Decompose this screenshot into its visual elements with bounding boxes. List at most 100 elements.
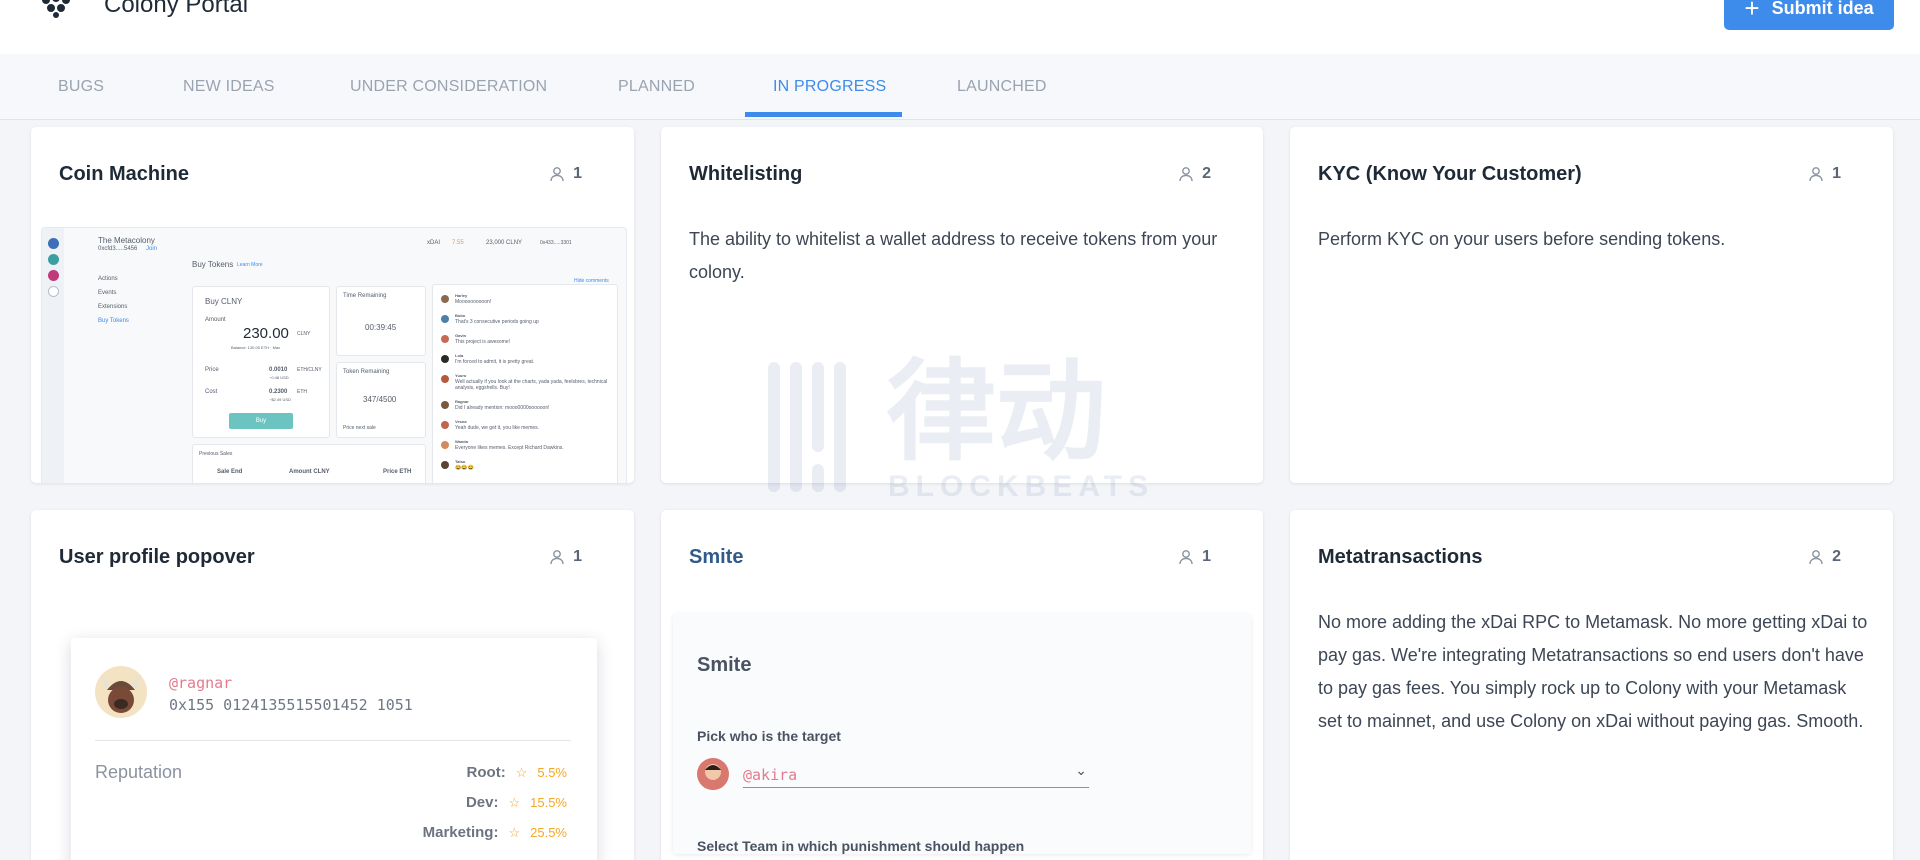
preview-add-icon — [48, 286, 59, 297]
reputation-row-dev: Dev: ☆ 15.5% — [466, 794, 567, 811]
vote-number: 1 — [1202, 548, 1211, 565]
tab-planned[interactable]: PLANNED — [618, 54, 695, 120]
coin-machine-screenshot: The Metacolony 0xcfd3.....5456 Join Acti… — [41, 227, 627, 483]
idea-card-kyc[interactable]: KYC (Know Your Customer) 1 Perform KYC o… — [1290, 127, 1893, 483]
user-icon — [1809, 167, 1823, 182]
akira-avatar — [697, 758, 729, 790]
tab-under-consideration[interactable]: UNDER CONSIDERATION — [350, 54, 547, 120]
preview-comment-avatar — [441, 375, 449, 383]
card-title: Metatransactions — [1318, 546, 1483, 568]
vote-number: 1 — [1832, 165, 1841, 182]
preview-sidebar — [42, 228, 64, 483]
star-icon: ☆ — [508, 824, 521, 840]
reputation-row-root: Root: ☆ 5.5% — [467, 764, 567, 781]
reputation-key: Dev: — [465, 794, 499, 811]
preview-colony-name: The Metacolony — [98, 236, 155, 245]
preview-colony-icon — [48, 254, 59, 265]
reputation-label: Reputation — [95, 762, 183, 782]
submit-idea-button[interactable]: + Submit idea — [1724, 0, 1894, 30]
preview-cost-unit: ETH — [297, 389, 307, 395]
preview-comment-text: Did I already mention: mooo0000oooooon! — [455, 405, 550, 411]
preview-comment-text: This project is awesome! — [455, 339, 511, 345]
target-select: @akira ⌄ — [743, 762, 1089, 788]
profile-handle: @ragnar — [169, 674, 233, 692]
tab-bugs[interactable]: BUGS — [58, 54, 104, 120]
preview-time-panel: Time Remaining 00:39:45 — [336, 286, 426, 356]
preview-comment-avatar — [441, 355, 449, 363]
preview-tokens-label: Token Remaining — [343, 369, 390, 375]
card-title: KYC (Know Your Customer) — [1318, 163, 1582, 185]
vote-number: 2 — [1202, 165, 1211, 182]
preview-nav-extensions: Extensions — [98, 304, 128, 310]
preview-comment-avatar — [441, 335, 449, 343]
profile-popover-screenshot: @ragnar 0x155 0124135515501452 1051 Repu… — [71, 638, 597, 860]
preview-cost-value: 0.2300 — [269, 389, 288, 395]
preview-comment-text: I'm forced to admit, it is pretty great. — [455, 359, 535, 365]
preview-nav-actions: Actions — [98, 276, 118, 282]
idea-card-whitelisting[interactable]: Whitelisting 2 The ability to whitelist … — [661, 127, 1263, 483]
idea-card-user-profile-popover[interactable]: User profile popover 1 @ragnar 0x155 012… — [31, 510, 634, 860]
card-title: User profile popover — [59, 546, 255, 568]
preview-price-next: Price next sale — [343, 425, 376, 431]
preview-time-value: 00:39:45 — [365, 323, 397, 332]
star-icon: ☆ — [508, 794, 521, 810]
card-title: Whitelisting — [689, 163, 803, 185]
preview-comment-avatar — [441, 401, 449, 409]
preview-colony-addr: 0xcfd3.....5456 — [98, 246, 138, 252]
preview-comment-author: Vesna — [455, 419, 467, 424]
preview-buy-tokens-heading: Buy Tokens — [192, 260, 234, 269]
reputation-row-marketing: Marketing: ☆ 25.5% — [423, 824, 567, 841]
vote-count[interactable]: 1 — [1178, 548, 1211, 566]
preview-comment-author: Tatsu — [455, 459, 466, 464]
tab-in-progress[interactable]: IN PROGRESS — [773, 54, 886, 120]
preview-comment-author: Ragnar — [455, 399, 469, 404]
card-title[interactable]: Smite — [689, 546, 743, 569]
tab-new-ideas[interactable]: NEW IDEAS — [183, 54, 275, 120]
app-header: Colony Portal + Submit idea — [0, 0, 1920, 54]
preview-previous-sales-label: Previous Sales — [199, 451, 233, 457]
vote-count[interactable]: 2 — [1808, 548, 1841, 566]
preview-price-label: Price — [205, 367, 219, 373]
preview-colony-icon — [48, 270, 59, 281]
user-icon — [550, 167, 564, 182]
preview-col-price: Price ETH — [383, 469, 412, 475]
target-label: Pick who is the target — [697, 728, 841, 744]
reputation-key: Marketing: — [422, 824, 499, 841]
colony-logo-icon[interactable] — [40, 0, 72, 18]
user-icon — [1179, 550, 1193, 565]
preview-network-badge: 7.55 — [452, 240, 464, 246]
idea-card-coin-machine[interactable]: Coin Machine 1 The Metacolony 0xcfd3....… — [31, 127, 634, 483]
preview-previous-sales: Previous Sales Sale End Amount CLNY Pric… — [192, 444, 426, 483]
preview-comments-panel: Harley Moooooooooon! Bobo That's 3 conse… — [432, 284, 618, 483]
vote-number: 2 — [1832, 548, 1841, 565]
idea-card-metatransactions[interactable]: Metatransactions 2 No more adding the xD… — [1290, 510, 1893, 860]
preview-comment-text: That's 3 consecutive periods going up — [455, 319, 539, 325]
preview-comment-avatar — [441, 441, 449, 449]
vote-count[interactable]: 1 — [1808, 165, 1841, 183]
vote-count[interactable]: 1 — [549, 548, 582, 566]
tab-launched[interactable]: LAUNCHED — [957, 54, 1047, 120]
preview-comment-avatar — [441, 421, 449, 429]
vote-count[interactable]: 1 — [549, 165, 582, 183]
idea-card-smite[interactable]: Smite 1 Smite Pick who is the target @ak… — [661, 510, 1263, 860]
vote-count[interactable]: 2 — [1178, 165, 1211, 183]
preview-tokens-value: 347/4500 — [363, 395, 397, 404]
preview-comment-author: Lola — [455, 353, 464, 358]
reputation-value: 25.5% — [530, 825, 567, 840]
preview-tokens-panel: Token Remaining 347/4500 Price next sale — [336, 362, 426, 438]
submit-idea-label: Submit idea — [1771, 0, 1874, 18]
preview-comment-text: Everyone likes memes. Except Richard Daw… — [455, 445, 564, 451]
preview-comment-avatar — [441, 315, 449, 323]
preview-learn-more: Learn More — [237, 262, 263, 268]
reputation-key: Root: — [466, 764, 506, 781]
star-icon: ☆ — [515, 764, 528, 780]
plus-icon: + — [1744, 0, 1760, 23]
preview-comment-avatar — [441, 295, 449, 303]
preview-comment-author: Bobo — [455, 313, 466, 318]
preview-balance-line: Balance: 130.00 ETH · Max — [231, 345, 281, 350]
divider — [95, 740, 571, 741]
card-title: Coin Machine — [59, 163, 190, 185]
preview-comment-author: Yuuro — [455, 373, 467, 378]
preview-comment-text: Moooooooooon! — [455, 299, 492, 305]
card-description: Perform KYC on your users before sending… — [1318, 229, 1726, 249]
